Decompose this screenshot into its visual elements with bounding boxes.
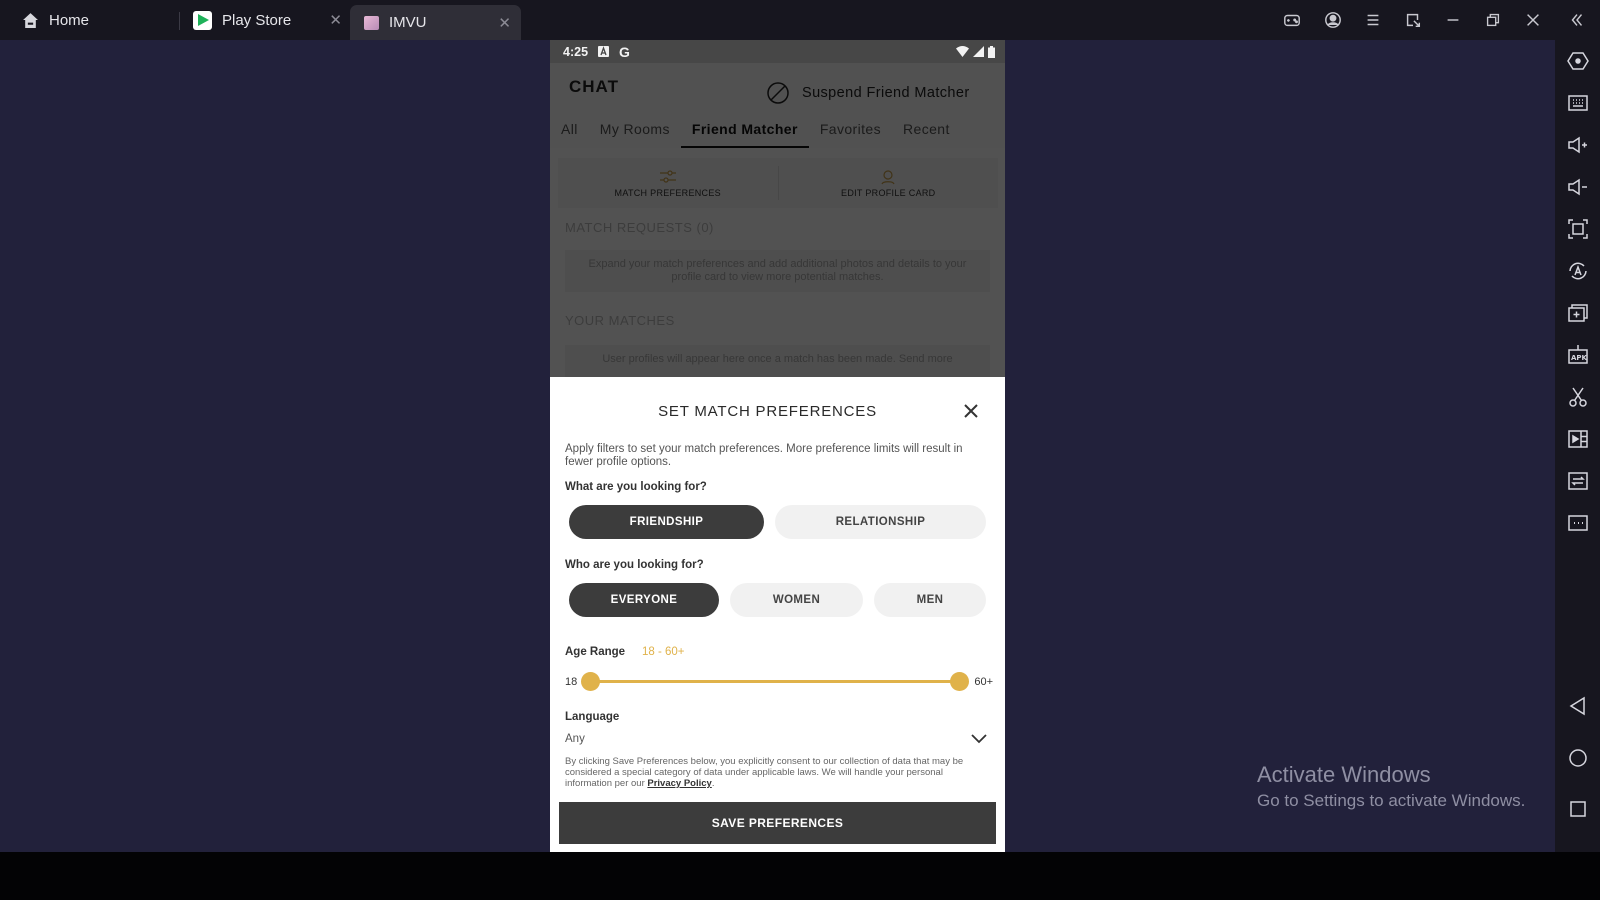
women-option[interactable]: WOMEN — [730, 583, 863, 617]
age-range-label: Age Range — [565, 646, 626, 658]
signal-icon — [973, 46, 984, 57]
close-tab-icon[interactable]: ✕ — [329, 11, 342, 29]
watermark-subtitle: Go to Settings to activate Windows. — [1257, 791, 1526, 810]
save-preferences-button[interactable]: SAVE PREFERENCES — [559, 802, 996, 844]
age-min-label: 18 — [565, 676, 578, 688]
scissors-icon[interactable] — [1555, 380, 1600, 414]
account-icon[interactable] — [1315, 0, 1351, 40]
svg-text:APK: APK — [1571, 354, 1588, 362]
more-icon[interactable] — [1555, 506, 1600, 540]
close-icon[interactable] — [1515, 0, 1551, 40]
wifi-icon — [956, 46, 969, 57]
menu-icon[interactable] — [1355, 0, 1391, 40]
battery-icon — [988, 45, 995, 58]
tab-home[interactable]: Home — [22, 0, 89, 40]
minimize-icon[interactable] — [1435, 0, 1471, 40]
everyone-option[interactable]: EVERYONE — [569, 583, 719, 617]
close-tab-icon[interactable]: ✕ — [498, 14, 511, 32]
watermark-title: Activate Windows — [1257, 762, 1431, 787]
volume-up-icon[interactable] — [1555, 128, 1600, 162]
tab-divider — [179, 12, 180, 30]
who-question: Who are you looking for? — [565, 559, 704, 571]
men-option[interactable]: MEN — [874, 583, 986, 617]
home-icon — [23, 12, 38, 28]
slider-track[interactable] — [590, 680, 959, 683]
multi-instance-icon[interactable] — [1555, 296, 1600, 330]
match-preferences-dialog: SET MATCH PREFERENCES Apply filters to s… — [550, 377, 1005, 852]
close-icon[interactable] — [960, 400, 982, 422]
restore-icon[interactable] — [1475, 0, 1511, 40]
back-icon[interactable] — [1555, 689, 1600, 723]
slider-min-thumb[interactable] — [581, 672, 600, 691]
tab-label: IMVU — [389, 14, 427, 31]
keyboard-icon[interactable] — [1555, 86, 1600, 120]
imvu-icon — [364, 15, 379, 30]
modal-backdrop[interactable] — [550, 63, 1005, 417]
language-value: Any — [565, 733, 585, 745]
friendship-option[interactable]: FRIENDSHIP — [569, 505, 764, 539]
clock: 4:25 — [563, 44, 589, 59]
home-circle-icon[interactable] — [1555, 741, 1600, 775]
consent-text: By clicking Save Preferences below, you … — [565, 756, 990, 789]
dialog-title: SET MATCH PREFERENCES — [658, 403, 877, 420]
consent-end: . — [711, 778, 715, 789]
bottom-bar — [0, 852, 1600, 900]
tab-play-store[interactable]: Play Store ✕ — [193, 0, 348, 40]
recents-icon[interactable] — [1555, 792, 1600, 826]
age-range-slider[interactable]: 18 60+ — [565, 672, 993, 692]
screenshot-frame-icon[interactable] — [1555, 212, 1600, 246]
emulator-title-bar: Home Play Store ✕ IMVU ✕ — [0, 0, 1600, 40]
dialog-intro: Apply filters to set your match preferen… — [565, 443, 963, 468]
chevron-down-icon — [971, 734, 987, 744]
privacy-policy-link[interactable]: Privacy Policy — [647, 778, 711, 789]
auto-rotate-icon[interactable] — [1555, 254, 1600, 288]
age-max-label: 60+ — [974, 676, 993, 688]
media-player-icon[interactable] — [1555, 422, 1600, 456]
emulator-sidebar: APK — [1555, 40, 1600, 852]
volume-down-icon[interactable] — [1555, 170, 1600, 204]
sync-icon[interactable] — [1555, 464, 1600, 498]
looking-for-question: What are you looking for? — [565, 481, 707, 493]
slider-max-thumb[interactable] — [950, 672, 969, 691]
relationship-option[interactable]: RELATIONSHIP — [775, 505, 986, 539]
apk-install-icon[interactable]: APK — [1555, 338, 1600, 372]
settings-hex-icon[interactable] — [1555, 44, 1600, 78]
android-status-bar: 4:25 G — [550, 40, 1005, 63]
google-icon: G — [619, 43, 630, 60]
collapse-sidebar-icon[interactable] — [1559, 0, 1595, 40]
activate-windows-watermark: Activate Windows Go to Settings to activ… — [1257, 762, 1525, 811]
tab-label: Play Store — [222, 11, 292, 29]
language-label: Language — [565, 711, 620, 723]
android-screen: 4:25 G CHAT Suspend Friend Matcher All M… — [550, 40, 1005, 852]
gamepad-icon[interactable] — [1274, 0, 1310, 40]
play-store-icon — [193, 10, 212, 30]
notification-a-icon — [598, 46, 610, 57]
language-dropdown[interactable]: Any — [565, 728, 988, 750]
tab-imvu[interactable]: IMVU ✕ — [350, 5, 521, 40]
tab-label: Home — [49, 11, 90, 29]
age-range-value: 18 - 60+ — [642, 646, 685, 658]
resize-icon[interactable] — [1395, 0, 1431, 40]
consent-body: By clicking Save Preferences below, you … — [565, 756, 964, 789]
